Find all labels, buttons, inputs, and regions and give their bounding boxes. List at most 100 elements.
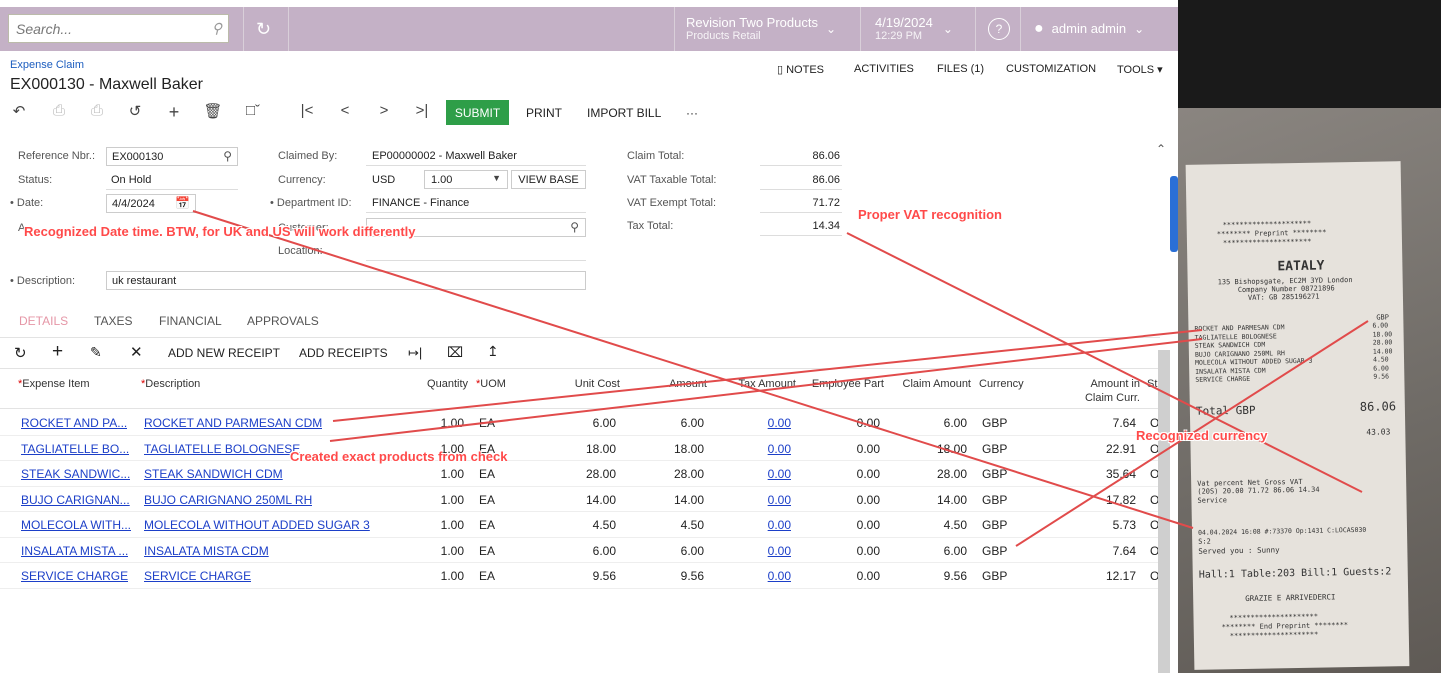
- submit-button[interactable]: SUBMIT: [446, 100, 509, 125]
- cell-item[interactable]: BUJO CARIGNAN...: [21, 493, 130, 507]
- save-close-icon[interactable]: ⎙: [49, 102, 69, 119]
- import-bill-button[interactable]: IMPORT BILL: [587, 106, 661, 120]
- copy-paste-icon[interactable]: □ˇ: [243, 102, 263, 119]
- table-row[interactable]: INSALATA MISTA ... INSALATA MISTA CDM 1.00…: [0, 538, 1160, 563]
- delete-row-icon[interactable]: ✕: [130, 343, 143, 361]
- add-row-icon[interactable]: +: [52, 341, 63, 363]
- page-scrollbar-thumb[interactable]: [1170, 176, 1178, 252]
- last-record-icon[interactable]: >|: [412, 102, 432, 119]
- claimed-by-value: EP00000002 - Maxwell Baker: [372, 150, 517, 162]
- search-placeholder: Search...: [16, 20, 73, 37]
- receipt-line: Total GBP: [1195, 403, 1256, 418]
- prev-record-icon[interactable]: <: [335, 102, 355, 119]
- cell-tax[interactable]: 0.00: [718, 569, 791, 583]
- annotation-products: Created exact products from check: [290, 449, 508, 464]
- tab-financial[interactable]: FINANCIAL: [159, 314, 222, 328]
- user-menu[interactable]: ● admin admin ⌄: [1034, 7, 1144, 51]
- business-time: 12:29 PM: [875, 30, 923, 42]
- cell-desc[interactable]: INSALATA MISTA CDM: [144, 544, 269, 558]
- receipt-line: SERVICE CHARGE: [1195, 374, 1251, 384]
- grid-header: *Expense Item *Description Quantity *UOM…: [0, 368, 1160, 409]
- table-row[interactable]: SERVICE CHARGE SERVICE CHARGE 1.00 EA 9.56 9.…: [0, 563, 1160, 589]
- receipt-line: ******** End Preprint ********: [1221, 621, 1349, 632]
- refresh-icon[interactable]: ↻: [14, 344, 27, 362]
- back-icon[interactable]: ↶: [9, 102, 29, 120]
- table-row[interactable]: MOLECOLA WITH... MOLECOLA WITHOUT ADDED S…: [0, 512, 1160, 538]
- cell-desc[interactable]: ROCKET AND PARMESAN CDM: [144, 416, 322, 430]
- cell-claim: 14.00: [936, 492, 967, 507]
- undo-icon[interactable]: ↺: [125, 102, 145, 120]
- more-button[interactable]: ···: [686, 106, 698, 120]
- print-button[interactable]: PRINT: [526, 106, 562, 120]
- cell-item[interactable]: INSALATA MISTA ...: [21, 544, 128, 558]
- next-record-icon[interactable]: >: [374, 102, 394, 119]
- table-row[interactable]: TAGLIATELLE BO... TAGLIATELLE BOLOGNESE 1.…: [0, 436, 1160, 461]
- add-receipts-button[interactable]: ADD RECEIPTS: [299, 346, 388, 360]
- status-value: On Hold: [111, 174, 152, 186]
- upload-icon[interactable]: ↥: [487, 343, 499, 360]
- date-switcher[interactable]: 4/19/2024 12:29 PM ⌄: [875, 7, 970, 51]
- ref-field[interactable]: EX000130 ⚲: [106, 147, 238, 166]
- col-unit-cost: Unit Cost: [574, 378, 620, 390]
- add-icon[interactable]: +: [164, 102, 184, 123]
- receipt-line: 04.04.2024 16:08 #:73370 Op:1431 C:LOCAS…: [1197, 525, 1367, 537]
- cell-tax[interactable]: 0.00: [718, 467, 791, 481]
- rate-field[interactable]: 1.00 ▼: [424, 170, 508, 189]
- notes-link[interactable]: ▯ NOTES: [777, 63, 824, 76]
- cell-item[interactable]: MOLECOLA WITH...: [21, 518, 131, 532]
- history-icon[interactable]: ↻: [256, 7, 271, 51]
- tab-taxes[interactable]: TAXES: [94, 314, 132, 328]
- table-row[interactable]: BUJO CARIGNAN... BUJO CARIGNANO 250ML RH 1…: [0, 487, 1160, 512]
- receipt-line: *********************: [1222, 237, 1312, 248]
- cell-tax[interactable]: 0.00: [718, 518, 791, 532]
- cell-desc[interactable]: SERVICE CHARGE: [144, 569, 251, 583]
- business-date: 4/19/2024: [875, 15, 933, 30]
- cell-desc[interactable]: BUJO CARIGNANO 250ML RH: [144, 493, 312, 507]
- cell-tax[interactable]: 0.00: [718, 442, 791, 456]
- claim-total-label: Claim Total:: [627, 150, 685, 162]
- cell-tax[interactable]: 0.00: [718, 493, 791, 507]
- cell-cost: 4.50: [592, 518, 616, 532]
- receipt-line: 86.06: [1359, 399, 1397, 414]
- col-status: St: [1147, 378, 1158, 390]
- cell-claim: 6.00: [943, 416, 967, 430]
- table-row[interactable]: STEAK SANDWIC... STEAK SANDWICH CDM 1.00 EA…: [0, 461, 1160, 487]
- cell-item[interactable]: TAGLIATELLE BO...: [21, 442, 129, 456]
- tools-link[interactable]: TOOLS ▾: [1117, 63, 1163, 76]
- activities-link[interactable]: ACTIVITIES: [854, 63, 914, 75]
- cell-item[interactable]: ROCKET AND PA...: [21, 416, 127, 430]
- cell-amtclaim: 5.73: [1112, 518, 1136, 532]
- save-icon[interactable]: ⎙: [87, 102, 107, 119]
- files-link[interactable]: FILES (1): [937, 63, 984, 75]
- search-icon: ⚲: [223, 149, 232, 163]
- add-new-receipt-button[interactable]: ADD NEW RECEIPT: [168, 346, 280, 360]
- view-base-button[interactable]: VIEW BASE: [511, 170, 586, 189]
- cell-amount: 4.50: [680, 518, 704, 532]
- tab-approvals[interactable]: APPROVALS: [247, 314, 319, 328]
- fit-columns-icon[interactable]: ↦|: [408, 345, 422, 361]
- description-field[interactable]: uk restaurant: [106, 271, 586, 290]
- help-icon[interactable]: ?: [988, 18, 1010, 40]
- grid-scrollbar[interactable]: [1158, 350, 1170, 673]
- cell-desc[interactable]: STEAK SANDWICH CDM: [144, 467, 283, 481]
- delete-icon[interactable]: 🗑: [203, 102, 223, 120]
- collapse-icon[interactable]: ⌃: [1156, 142, 1166, 156]
- tab-details[interactable]: DETAILS: [19, 314, 68, 328]
- receipt-line: 6.00: [1373, 363, 1389, 373]
- excel-export-icon[interactable]: ⌧: [447, 344, 463, 361]
- vat-taxable-value: 86.06: [812, 174, 840, 186]
- first-record-icon[interactable]: |<: [297, 102, 317, 119]
- breadcrumb[interactable]: Expense Claim: [10, 59, 84, 71]
- cell-item[interactable]: STEAK SANDWIC...: [21, 467, 130, 481]
- cell-tax[interactable]: 0.00: [718, 544, 791, 558]
- cell-desc[interactable]: TAGLIATELLE BOLOGNESE: [144, 442, 300, 456]
- edit-icon[interactable]: ✎: [90, 344, 102, 361]
- table-row[interactable]: ROCKET AND PA... ROCKET AND PARMESAN CDM 1…: [0, 410, 1160, 436]
- search-input[interactable]: Search... ⚲: [8, 14, 229, 43]
- cell-tax[interactable]: 0.00: [718, 416, 791, 430]
- date-field[interactable]: 4/4/2024 📅: [106, 194, 196, 213]
- customization-link[interactable]: CUSTOMIZATION: [1006, 63, 1096, 75]
- cell-desc[interactable]: MOLECOLA WITHOUT ADDED SUGAR 3: [144, 518, 370, 532]
- cell-item[interactable]: SERVICE CHARGE: [21, 569, 128, 583]
- company-switcher[interactable]: Revision Two Products Products Retail ⌄: [686, 7, 851, 51]
